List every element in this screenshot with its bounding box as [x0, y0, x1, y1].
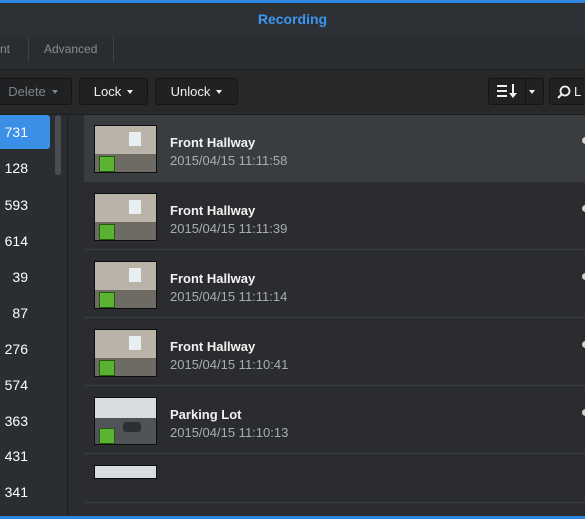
recording-timestamp: 2015/04/15 11:11:39: [170, 221, 288, 236]
window-title: Recording: [0, 3, 585, 36]
recording-row[interactable]: Front Hallway 2015/04/15 11:11:39: [84, 183, 585, 250]
sort-icon: [497, 84, 517, 98]
recording-status-icon: [99, 360, 115, 376]
recording-list: Front Hallway 2015/04/15 11:11:58 Front …: [68, 115, 585, 519]
chevron-down-icon[interactable]: [529, 90, 535, 94]
recording-row[interactable]: Parking Lot 2015/04/15 11:10:13: [84, 387, 585, 454]
sidebar-item-count: 128: [4, 160, 28, 176]
sidebar-item[interactable]: 39: [0, 260, 50, 294]
chevron-down-icon: [51, 89, 58, 94]
unlock-button[interactable]: Unlock: [155, 78, 238, 105]
recording-status-icon: [99, 428, 115, 444]
search-input[interactable]: L: [549, 78, 585, 105]
sidebar-item[interactable]: 574: [0, 368, 50, 402]
sidebar-item-count: 363: [4, 413, 28, 429]
tab-divider: [113, 36, 114, 62]
camera-thumbnail: [94, 193, 157, 241]
camera-thumbnail: [94, 125, 157, 173]
sidebar-item[interactable]: 593: [0, 188, 50, 222]
recording-status-icon: [99, 224, 115, 240]
sidebar-item[interactable]: 363: [0, 404, 50, 438]
sidebar-item-selected[interactable]: 731: [0, 115, 50, 149]
delete-button[interactable]: Delete: [0, 78, 72, 105]
camera-thumbnail: [94, 397, 157, 445]
delete-button-label: Delete: [8, 84, 46, 99]
camera-name: Front Hallway: [170, 135, 256, 150]
camera-name: Front Hallway: [170, 271, 256, 286]
chevron-down-icon: [127, 89, 134, 94]
camera-name: Parking Lot: [170, 407, 242, 422]
recording-row[interactable]: Front Hallway 2015/04/15 11:11:14: [84, 251, 585, 318]
sidebar-item[interactable]: 614: [0, 224, 50, 258]
sidebar-item-count: 431: [4, 448, 28, 464]
sidebar-item-count: 341: [4, 484, 28, 500]
recording-row-partial[interactable]: [84, 455, 585, 503]
recording-timestamp: 2015/04/15 11:11:58: [170, 153, 288, 168]
recording-row[interactable]: Front Hallway 2015/04/15 11:11:58: [84, 115, 585, 182]
chevron-down-icon: [216, 89, 223, 94]
sidebar-item-count: 39: [12, 269, 28, 285]
sidebar-item[interactable]: 431: [0, 439, 50, 473]
sidebar-item[interactable]: 128: [0, 151, 50, 185]
sidebar-item-count: 276: [4, 341, 28, 357]
lock-button-label: Lock: [93, 84, 122, 99]
recording-timestamp: 2015/04/15 11:10:13: [170, 425, 289, 440]
sidebar-item[interactable]: 341: [0, 475, 50, 509]
sidebar: 731 128 593 614 39 87 276 574 363 431 34…: [0, 115, 68, 519]
recording-timestamp: 2015/04/15 11:10:41: [170, 357, 289, 372]
sidebar-scrollbar[interactable]: [55, 115, 61, 175]
sidebar-item[interactable]: 87: [0, 296, 50, 330]
sidebar-item-count: 574: [4, 377, 28, 393]
tab-advanced[interactable]: Advanced: [44, 36, 97, 69]
sidebar-item-count: 731: [4, 124, 28, 140]
tab-divider: [28, 36, 29, 62]
camera-name: Front Hallway: [170, 203, 256, 218]
camera-thumbnail: [94, 261, 157, 309]
recording-status-icon: [99, 292, 115, 308]
split-divider: [525, 79, 526, 104]
sort-button[interactable]: [488, 78, 544, 105]
tab-partial[interactable]: nt: [0, 36, 10, 69]
toolbar: Delete Lock Unlock L: [0, 70, 585, 115]
recording-row[interactable]: Front Hallway 2015/04/15 11:10:41: [84, 319, 585, 386]
tab-bar: nt Advanced: [0, 36, 585, 70]
recording-timestamp: 2015/04/15 11:11:14: [170, 289, 288, 304]
search-icon: [557, 85, 571, 99]
sidebar-item-count: 87: [12, 305, 28, 321]
search-text: L: [574, 84, 582, 99]
camera-thumbnail: [94, 465, 157, 479]
unlock-button-label: Unlock: [170, 84, 211, 99]
sidebar-item-count: 614: [4, 233, 28, 249]
recording-status-icon: [99, 156, 115, 172]
camera-thumbnail: [94, 329, 157, 377]
camera-name: Front Hallway: [170, 339, 256, 354]
lock-button[interactable]: Lock: [79, 78, 148, 105]
sidebar-item[interactable]: 276: [0, 332, 50, 366]
sidebar-item-count: 593: [4, 197, 28, 213]
